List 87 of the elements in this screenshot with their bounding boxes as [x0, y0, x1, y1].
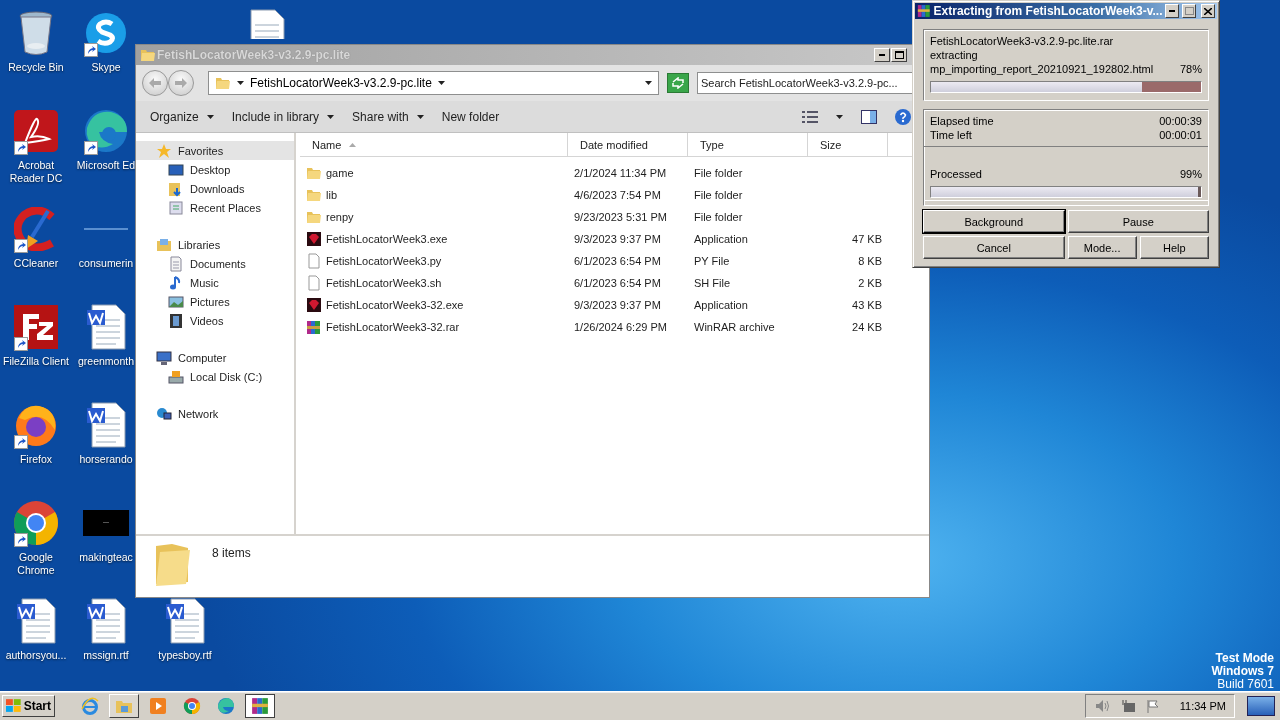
type-cell-text: Application: [693, 299, 749, 311]
size-cell-text: 8 KB: [857, 255, 883, 267]
nav-item[interactable]: Videos: [136, 311, 294, 330]
size-cell-text: 2 KB: [857, 277, 883, 289]
size-cell-text: 24 KB: [851, 321, 883, 333]
clock[interactable]: 11:34 PM: [1179, 700, 1226, 712]
type-cell-text: PY File: [693, 255, 731, 267]
address-bar[interactable]: FetishLocatorWeek3-v3.2.9-pc.lite: [208, 71, 659, 95]
desktop-icon-label[interactable]: Microsoft Ed: [76, 159, 136, 172]
nav-item[interactable]: Documents: [136, 254, 294, 273]
desktop-icon-label[interactable]: consumerin: [78, 257, 134, 270]
desktop-icon-label[interactable]: makingteac: [79, 551, 133, 564]
date-cell-text: 9/3/2023 9:37 PM: [573, 233, 662, 245]
column-header[interactable]: Size: [808, 133, 888, 156]
file-name[interactable]: lib: [300, 187, 568, 203]
type-cell-text: File folder: [693, 189, 744, 201]
type-cell-text: SH File: [693, 277, 732, 289]
desktop-icon-label[interactable]: typesboy.rtf: [158, 649, 212, 662]
desktop-icon-label[interactable]: Firefox: [19, 453, 53, 466]
nav-item[interactable]: Pictures: [136, 292, 294, 311]
processed-percent: 99%: [1179, 167, 1202, 181]
date-cell-text: 6/1/2023 6:54 PM: [573, 255, 662, 267]
nav-item[interactable]: Network: [136, 404, 294, 423]
dialog-button[interactable]: Pause: [1067, 210, 1209, 233]
dialog-button[interactable]: Mode...: [1067, 236, 1137, 259]
size-cell-text: 43 KB: [851, 299, 883, 311]
date-cell-text: 2/1/2024 11:34 PM: [573, 167, 668, 179]
dialog-title: Extracting from FetishLocatorWeek3-v...: [933, 4, 1163, 18]
windows-notice: Test Mode: [1215, 652, 1274, 665]
desktop-icon-label[interactable]: FileZilla Client: [3, 355, 69, 368]
desktop-icon-label[interactable]: Recycle Bin: [8, 61, 64, 74]
desktop-icon-label[interactable]: Google Chrome: [1, 551, 71, 577]
file-name[interactable]: renpy: [300, 209, 568, 225]
desktop-icon-label[interactable]: Skype: [91, 61, 121, 74]
toolbar-button[interactable]: Include in library: [225, 105, 341, 128]
nav-item[interactable]: Desktop: [136, 160, 294, 179]
start-button[interactable]: Start: [2, 695, 55, 717]
elapsed-label: Elapsed time: [930, 114, 994, 128]
current-file: mp_importing_report_20210921_192802.html: [930, 62, 1154, 76]
size-cell-text: 47 KB: [851, 233, 883, 245]
desktop-icon-label[interactable]: greenmonth: [77, 355, 134, 368]
dialog-button[interactable]: Help: [1139, 236, 1209, 259]
action-label: extracting: [930, 48, 978, 62]
dialog-button[interactable]: Cancel: [923, 236, 1065, 259]
nav-item[interactable]: Music: [136, 273, 294, 292]
processed-label: Processed: [930, 167, 982, 181]
time-left: 00:00:01: [1159, 128, 1202, 142]
file-name[interactable]: game: [300, 165, 568, 181]
type-cell-text: File folder: [693, 211, 744, 223]
desktop-icon-label[interactable]: authorsyou...: [5, 649, 67, 662]
desktop-icon-label[interactable]: mssign.rtf: [83, 649, 129, 662]
date-cell-text: 1/26/2024 6:29 PM: [573, 321, 668, 333]
item-count: 8 items: [212, 546, 251, 560]
file-name[interactable]: FetishLocatorWeek3.exe: [300, 231, 568, 247]
time-left-label: Time left: [930, 128, 972, 142]
toolbar-button[interactable]: Share with: [346, 105, 430, 128]
desktop-icon-label[interactable]: Acrobat Reader DC: [1, 159, 71, 185]
nav-item[interactable]: Favorites: [136, 141, 294, 160]
desktop-icon-label[interactable]: horserando: [79, 453, 133, 466]
archive-name: FetishLocatorWeek3-v3.2.9-pc.lite.rar: [930, 34, 1114, 48]
dialog-button[interactable]: Background: [923, 210, 1065, 233]
toolbar-button[interactable]: Organize: [144, 105, 220, 128]
file-name[interactable]: FetishLocatorWeek3.py: [300, 253, 568, 269]
toolbar-button[interactable]: New folder: [435, 105, 506, 128]
column-header[interactable]: Name: [300, 133, 568, 156]
date-cell-text: 4/6/2023 7:54 PM: [573, 189, 662, 201]
date-cell-text: 9/3/2023 9:37 PM: [573, 299, 662, 311]
type-cell-text: WinRAR archive: [693, 321, 776, 333]
date-cell-text: 9/23/2023 5:31 PM: [573, 211, 668, 223]
nav-item[interactable]: Downloads: [136, 179, 294, 198]
column-header[interactable]: Type: [688, 133, 808, 156]
date-cell-text: 6/1/2023 6:54 PM: [573, 277, 662, 289]
file-name[interactable]: FetishLocatorWeek3.sh: [300, 275, 568, 291]
column-header[interactable]: Date modified: [568, 133, 688, 156]
type-cell-text: File folder: [693, 167, 744, 179]
elapsed-time: 00:00:39: [1159, 114, 1202, 128]
type-cell-text: Application: [693, 233, 749, 245]
windows-notice: Build 7601: [1217, 678, 1274, 691]
file-name[interactable]: FetishLocatorWeek3-32.rar: [300, 319, 568, 335]
file-name[interactable]: FetishLocatorWeek3-32.exe: [300, 297, 568, 313]
nav-item[interactable]: Local Disk (C:): [136, 367, 294, 386]
desktop-icon-label[interactable]: CCleaner: [13, 257, 59, 270]
nav-item[interactable]: Computer: [136, 348, 294, 367]
nav-item[interactable]: Recent Places: [136, 198, 294, 217]
windows-notice: Windows 7: [1211, 665, 1274, 678]
file-percent: 78%: [1179, 62, 1202, 76]
nav-item[interactable]: Libraries: [136, 235, 294, 254]
